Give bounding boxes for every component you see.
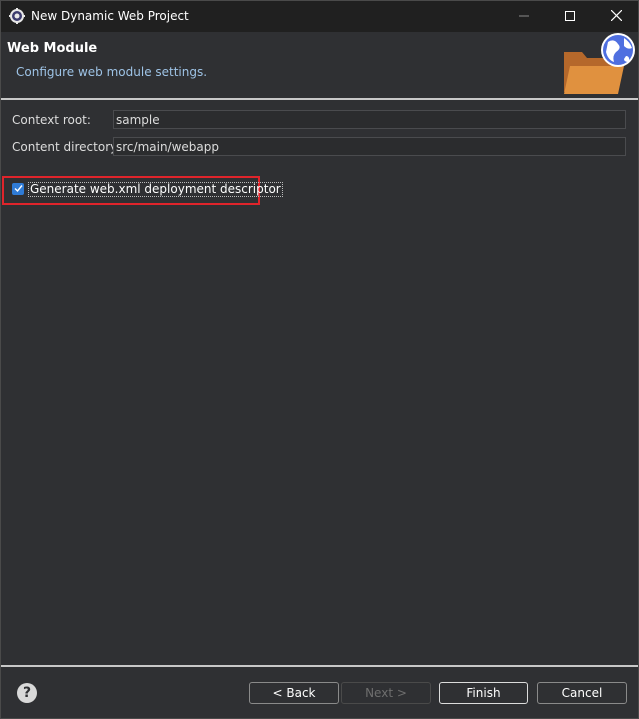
context-root-label: Context root: (12, 113, 91, 127)
content-directory-input[interactable] (113, 137, 626, 156)
generate-web-xml-checkbox[interactable] (12, 183, 24, 195)
context-root-input[interactable] (113, 110, 626, 129)
help-icon[interactable]: ? (17, 683, 37, 703)
dialog-window: New Dynamic Web Project Web Module Confi… (0, 0, 639, 719)
maximize-icon (565, 10, 575, 24)
window-title: New Dynamic Web Project (31, 9, 189, 23)
next-button[interactable]: Next > (341, 682, 431, 704)
page-description: Configure web module settings. (16, 65, 208, 79)
title-bar: New Dynamic Web Project (1, 1, 638, 32)
wizard-header: Web Module Configure web module settings… (1, 32, 638, 98)
header-separator (1, 98, 638, 100)
eclipse-gear-icon (9, 8, 25, 24)
maximize-button[interactable] (547, 1, 593, 32)
back-button[interactable]: < Back (249, 682, 339, 704)
close-icon (610, 9, 622, 24)
minimize-icon (519, 10, 529, 24)
cancel-button[interactable]: Cancel (537, 682, 627, 704)
page-title: Web Module (7, 41, 98, 56)
close-button[interactable] (593, 1, 639, 32)
finish-button[interactable]: Finish (439, 682, 528, 704)
footer-separator (1, 665, 638, 667)
check-icon (14, 182, 23, 196)
generate-web-xml-label[interactable]: Generate web.xml deployment descriptor (28, 182, 283, 197)
minimize-button[interactable] (501, 1, 547, 32)
content-directory-label: Content directory: (12, 140, 121, 154)
web-module-folder-globe-icon (562, 32, 638, 96)
